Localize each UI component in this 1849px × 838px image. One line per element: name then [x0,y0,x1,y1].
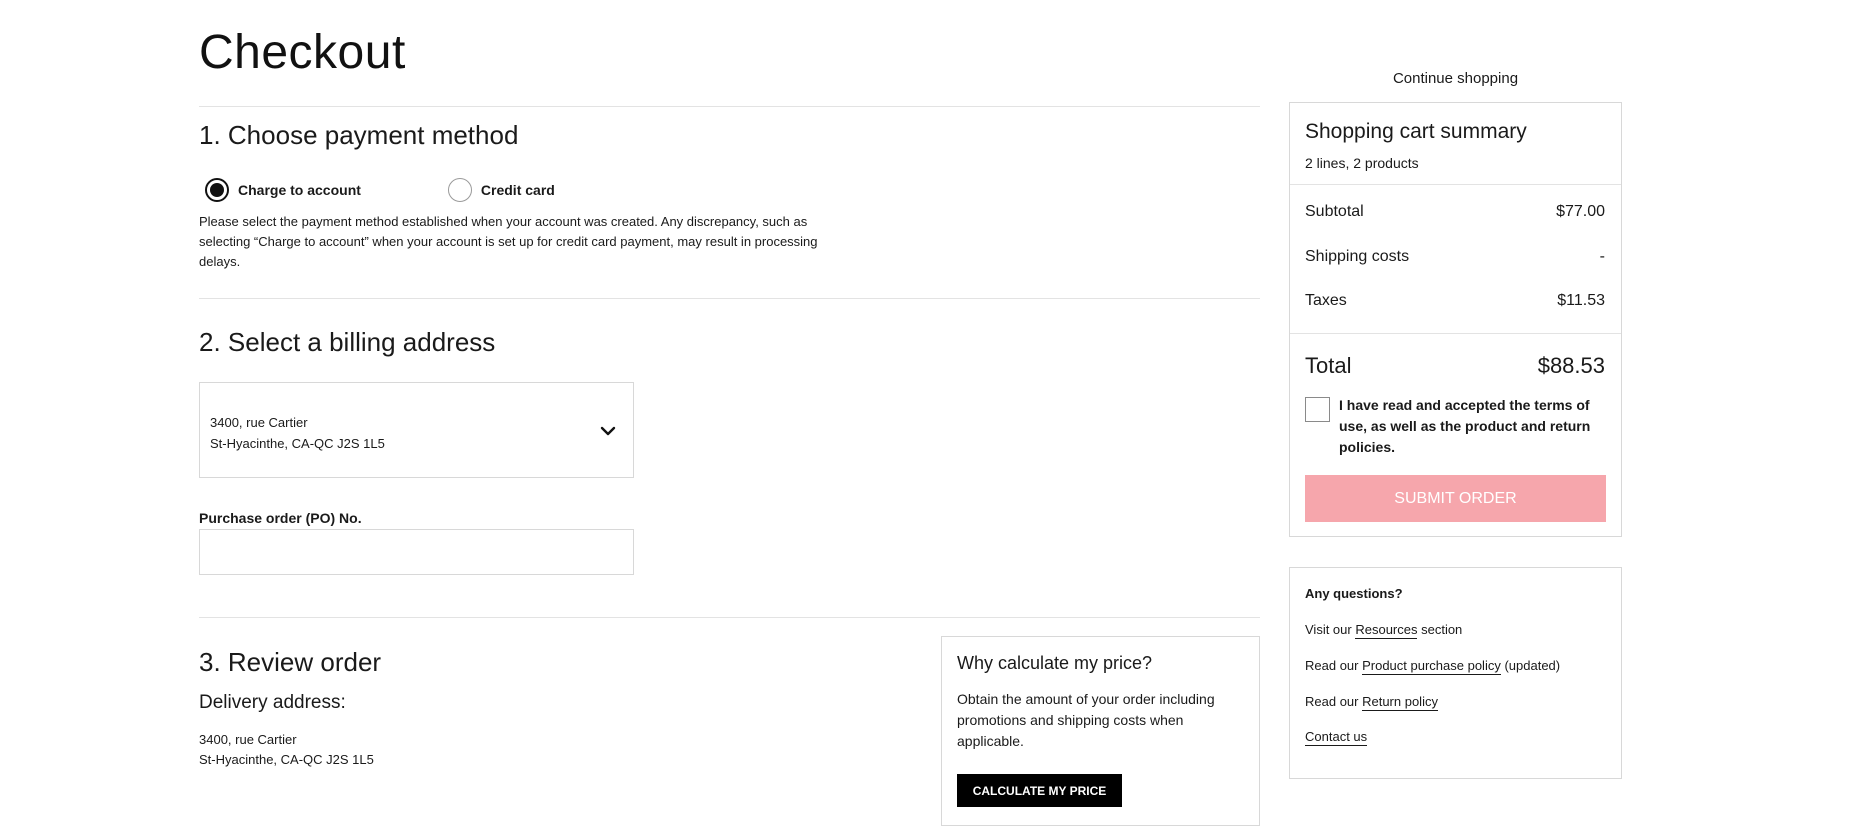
purchase-policy-line: Read our Product purchase policy (update… [1305,658,1561,675]
shipping-value: - [1599,248,1605,265]
po-number-input[interactable] [199,529,634,575]
delivery-address-line-2: St-Hyacinthe, CA-QC J2S 1L5 [199,752,374,767]
divider [199,298,1260,299]
terms-text: I have read and accepted the terms of us… [1339,397,1591,455]
shipping-row: Shipping costs - [1305,248,1605,266]
submit-order-button[interactable]: SUBMIT ORDER [1305,475,1606,522]
subtotal-label: Subtotal [1305,203,1364,220]
contact-us-link[interactable]: Contact us [1305,729,1368,746]
billing-section-title: 2. Select a billing address [199,327,496,357]
radio-charge-to-account[interactable]: Charge to account [205,178,361,202]
resources-link[interactable]: Resources [1355,622,1418,639]
contact-line: Contact us [1305,729,1368,746]
why-calculate-text: Obtain the amount of your order includin… [957,691,1215,749]
payment-method-note: Please select the payment method establi… [199,214,818,269]
divider [1290,333,1621,334]
total-label: Total [1305,353,1352,378]
payment-section-title: 1. Choose payment method [199,120,519,150]
cart-summary-subtitle: 2 lines, 2 products [1305,155,1419,171]
divider [199,106,1260,107]
radio-credit-card[interactable]: Credit card [447,178,555,202]
address-line-1: 3400, rue Cartier [210,415,308,430]
resources-prefix: Visit our [1305,622,1356,637]
resources-suffix: section [1417,622,1463,637]
total-value: $88.53 [1537,353,1605,378]
purchase-policy-link[interactable]: Product purchase policy [1362,658,1501,675]
calculate-price-button[interactable]: CALCULATE MY PRICE [957,774,1122,807]
radio-label: Charge to account [238,182,361,198]
return-prefix: Read our [1305,694,1363,709]
questions-panel: Any questions? Visit our Resources secti… [1289,567,1622,779]
radio-label: Credit card [480,182,555,198]
continue-shopping-link[interactable]: Continue shopping [1289,70,1622,87]
terms-acceptance: I have read and accepted the terms of us… [1305,395,1610,458]
cart-summary-panel: Shopping cart summary 2 lines, 2 product… [1289,102,1622,537]
why-calculate-title: Why calculate my price? [957,653,1153,673]
cart-summary-title: Shopping cart summary [1305,120,1527,143]
divider [199,617,1260,618]
po-number-label: Purchase order (PO) No. [199,510,362,526]
subtotal-value: $77.00 [1556,203,1605,220]
subtotal-row: Subtotal $77.00 [1305,203,1605,221]
chevron-down-icon [600,426,616,436]
radio-selected-icon[interactable] [205,178,229,202]
return-policy-link[interactable]: Return policy [1362,694,1438,711]
total-row: Total $88.53 [1305,353,1605,379]
taxes-row: Taxes $11.53 [1305,292,1605,310]
billing-address-select[interactable]: 3400, rue Cartier St-Hyacinthe, CA-QC J2… [199,382,634,478]
shipping-label: Shipping costs [1305,248,1410,265]
terms-checkbox[interactable] [1305,397,1330,422]
radio-unselected-icon[interactable] [447,178,472,202]
delivery-address-title: Delivery address: [199,692,346,713]
delivery-address-line-1: 3400, rue Cartier [199,732,297,747]
policy-suffix: (updated) [1500,658,1561,673]
review-section-title: 3. Review order [199,647,382,677]
policy-prefix: Read our [1305,658,1363,673]
taxes-value: $11.53 [1557,292,1605,309]
page-title: Checkout [199,26,406,79]
why-calculate-box: Why calculate my price? Obtain the amoun… [941,636,1260,826]
taxes-label: Taxes [1305,292,1347,309]
payment-method-options: Charge to account Credit card [205,178,555,202]
resources-line: Visit our Resources section [1305,622,1463,639]
return-policy-line: Read our Return policy [1305,694,1438,711]
questions-title: Any questions? [1305,586,1403,601]
address-line-2: St-Hyacinthe, CA-QC J2S 1L5 [210,436,385,451]
divider [1290,184,1621,185]
